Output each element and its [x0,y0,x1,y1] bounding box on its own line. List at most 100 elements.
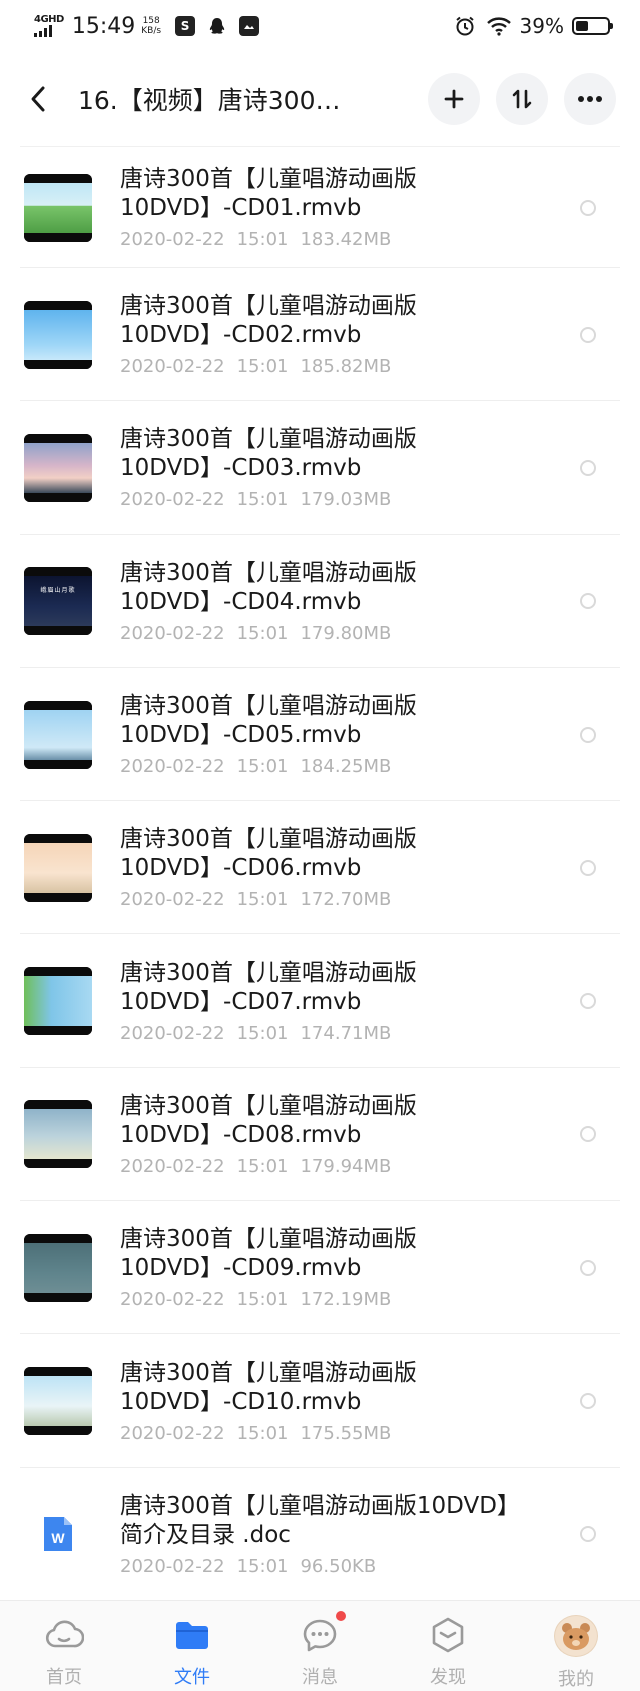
file-meta: 2020-02-22 15:01 172.19MB [120,1289,550,1310]
select-radio[interactable] [580,1393,596,1410]
file-meta: 2020-02-22 15:01 183.42MB [120,229,550,250]
file-info: 唐诗300首【儿童唱游动画版 10DVD】-CD08.rmvb 2020-02-22… [120,1092,550,1177]
sort-button[interactable] [496,73,548,125]
file-name-line: 唐诗300首【儿童唱游动画版 [120,693,417,720]
select-radio[interactable] [580,199,596,216]
file-meta: 2020-02-22 15:01 175.55MB [120,1423,550,1444]
select-radio[interactable] [580,859,596,876]
file-time: 15:01 [236,1422,289,1444]
file-size: 96.50KB [300,1555,377,1577]
file-name-line: 唐诗300首【儿童唱游动画版 [120,293,417,320]
nav-files[interactable]: 文件 [128,1601,256,1691]
file-time: 15:01 [236,1289,289,1311]
file-name-line: 唐诗300首【儿童唱游动画版 [120,1226,417,1253]
video-thumbnail [24,433,92,502]
video-thumbnail [24,1367,92,1436]
file-name: 唐诗300首【儿童唱游动画版 10DVD】-CD02.rmvb [120,292,550,350]
file-row[interactable]: 唐诗300首【儿童唱游动画版 10DVD】-CD05.rmvb 2020-02-22… [0,668,640,802]
nav-label: 我的 [558,1669,594,1690]
file-row[interactable]: 唐诗300首【儿童唱游动画版 10DVD】-CD09.rmvb 2020-02-22… [0,1201,640,1335]
notification-badge [336,1611,346,1621]
select-radio[interactable] [580,726,596,743]
file-row[interactable]: 唐诗300首【儿童唱游动画版 10DVD】-CD01.rmvb 2020-02-22… [0,147,640,268]
file-row[interactable]: 唐诗300首【儿童唱游动画版 10DVD】-CD03.rmvb 2020-02-22… [0,401,640,535]
select-radio[interactable] [580,593,596,610]
video-thumbnail [24,300,92,369]
file-size: 185.82MB [300,356,392,378]
network-speed: 158 KB/s [141,16,161,36]
select-radio[interactable] [580,993,596,1010]
file-row[interactable]: 唐诗300首【儿童唱游动画版 10DVD】-CD02.rmvb 2020-02-22… [0,268,640,402]
video-thumbnail [24,967,92,1036]
add-button[interactable] [428,73,480,125]
file-name-line: 唐诗300首【儿童唱游动画版 [120,426,417,453]
select-radio[interactable] [580,1259,596,1276]
select-radio[interactable] [580,459,596,476]
file-info: 唐诗300首【儿童唱游动画版 10DVD】-CD10.rmvb 2020-02-22… [120,1359,550,1444]
select-radio[interactable] [580,1126,596,1143]
file-row[interactable]: 唐诗300首【儿童唱游动画版 10DVD】-CD07.rmvb 2020-02-22… [0,934,640,1068]
video-thumbnail [24,1233,92,1302]
select-radio[interactable] [580,326,596,343]
back-arrow-icon [31,86,45,112]
file-date: 2020-02-22 [120,622,225,644]
more-button[interactable] [564,73,616,125]
file-meta: 2020-02-22 15:01 179.03MB [120,489,550,510]
status-time: 15:49 [71,13,136,39]
file-row[interactable]: 唐诗300首【儿童唱游动画版 10DVD】-CD08.rmvb 2020-02-22… [0,1068,640,1202]
file-row[interactable]: 唐诗300首【儿童唱游动画版 10DVD】-CD10.rmvb 2020-02-22… [0,1334,640,1468]
battery-percentage: 39% [519,14,564,38]
video-thumbnail [24,700,92,769]
wifi-icon [486,16,512,36]
file-name: 唐诗300首【儿童唱游动画版 10DVD】-CD03.rmvb [120,425,550,483]
alarm-icon [454,15,476,37]
nav-discover[interactable]: 发现 [384,1601,512,1691]
cloud-icon [44,1615,84,1655]
network-speed-value: 158 [142,16,160,26]
network-type: 4GHD [34,14,64,25]
file-row[interactable]: W 唐诗300首【儿童唱游动画版10DVD】 简介及目录 .doc 2020-02-2… [0,1468,640,1601]
file-name-line: 唐诗300首【儿童唱游动画版 [120,959,417,986]
file-list: 唐诗300首【儿童唱游动画版 10DVD】-CD01.rmvb 2020-02-22… [0,147,640,1601]
bottom-navigation: 首页 文件 消息 发现 我的 [0,1600,640,1691]
file-date: 2020-02-22 [120,756,225,778]
back-button[interactable] [28,77,60,121]
nav-label: 文件 [174,1667,210,1688]
file-name: 唐诗300首【儿童唱游动画版 10DVD】-CD10.rmvb [120,1359,550,1417]
nav-messages[interactable]: 消息 [256,1601,384,1691]
file-date: 2020-02-22 [120,1555,225,1577]
file-date: 2020-02-22 [120,1022,225,1044]
file-info: 唐诗300首【儿童唱游动画版 10DVD】-CD06.rmvb 2020-02-22… [120,825,550,910]
file-meta: 2020-02-22 15:01 174.71MB [120,1023,550,1044]
file-size: 183.42MB [300,229,392,250]
nav-label: 消息 [302,1667,338,1688]
file-name-line: 10DVD】-CD10.rmvb [120,1388,362,1415]
nav-home[interactable]: 首页 [0,1601,128,1691]
file-time: 15:01 [236,489,289,511]
app-notification-icon: S [175,16,196,36]
file-size: 179.80MB [300,622,392,644]
nav-profile[interactable]: 我的 [512,1601,640,1691]
file-row[interactable]: 峨眉山月歌 唐诗300首【儿童唱游动画版 10DVD】-CD04.rmvb 2020-… [0,535,640,668]
cellular-signal-icon: 4GHD [34,15,64,37]
file-date: 2020-02-22 [120,229,225,250]
file-name-line: 唐诗300首【儿童唱游动画版 [120,1359,417,1386]
file-name: 唐诗300首【儿童唱游动画版 10DVD】-CD07.rmvb [120,959,550,1017]
file-size: 174.71MB [300,1022,392,1044]
file-size: 184.25MB [300,756,392,778]
file-name-line: 唐诗300首【儿童唱游动画版 [120,166,417,192]
select-radio[interactable] [580,1526,596,1543]
more-icon [578,96,602,102]
file-info: 唐诗300首【儿童唱游动画版 10DVD】-CD03.rmvb 2020-02-22… [120,425,550,510]
file-row[interactable]: 唐诗300首【儿童唱游动画版 10DVD】-CD06.rmvb 2020-02-22… [0,801,640,935]
file-info: 唐诗300首【儿童唱游动画版 10DVD】-CD02.rmvb 2020-02-22… [120,292,550,377]
file-name: 唐诗300首【儿童唱游动画版 10DVD】-CD09.rmvb [120,1225,550,1283]
page-title: 16.【视频】唐诗300… [78,86,341,115]
sort-icon [512,89,532,109]
battery-icon [572,17,613,35]
file-time: 15:01 [236,622,289,644]
file-meta: 2020-02-22 15:01 172.70MB [120,889,550,910]
file-info: 唐诗300首【儿童唱游动画版 10DVD】-CD01.rmvb 2020-02-22… [120,165,550,250]
file-size: 172.70MB [300,889,392,911]
file-info: 唐诗300首【儿童唱游动画版 10DVD】-CD04.rmvb 2020-02-22… [120,559,550,644]
